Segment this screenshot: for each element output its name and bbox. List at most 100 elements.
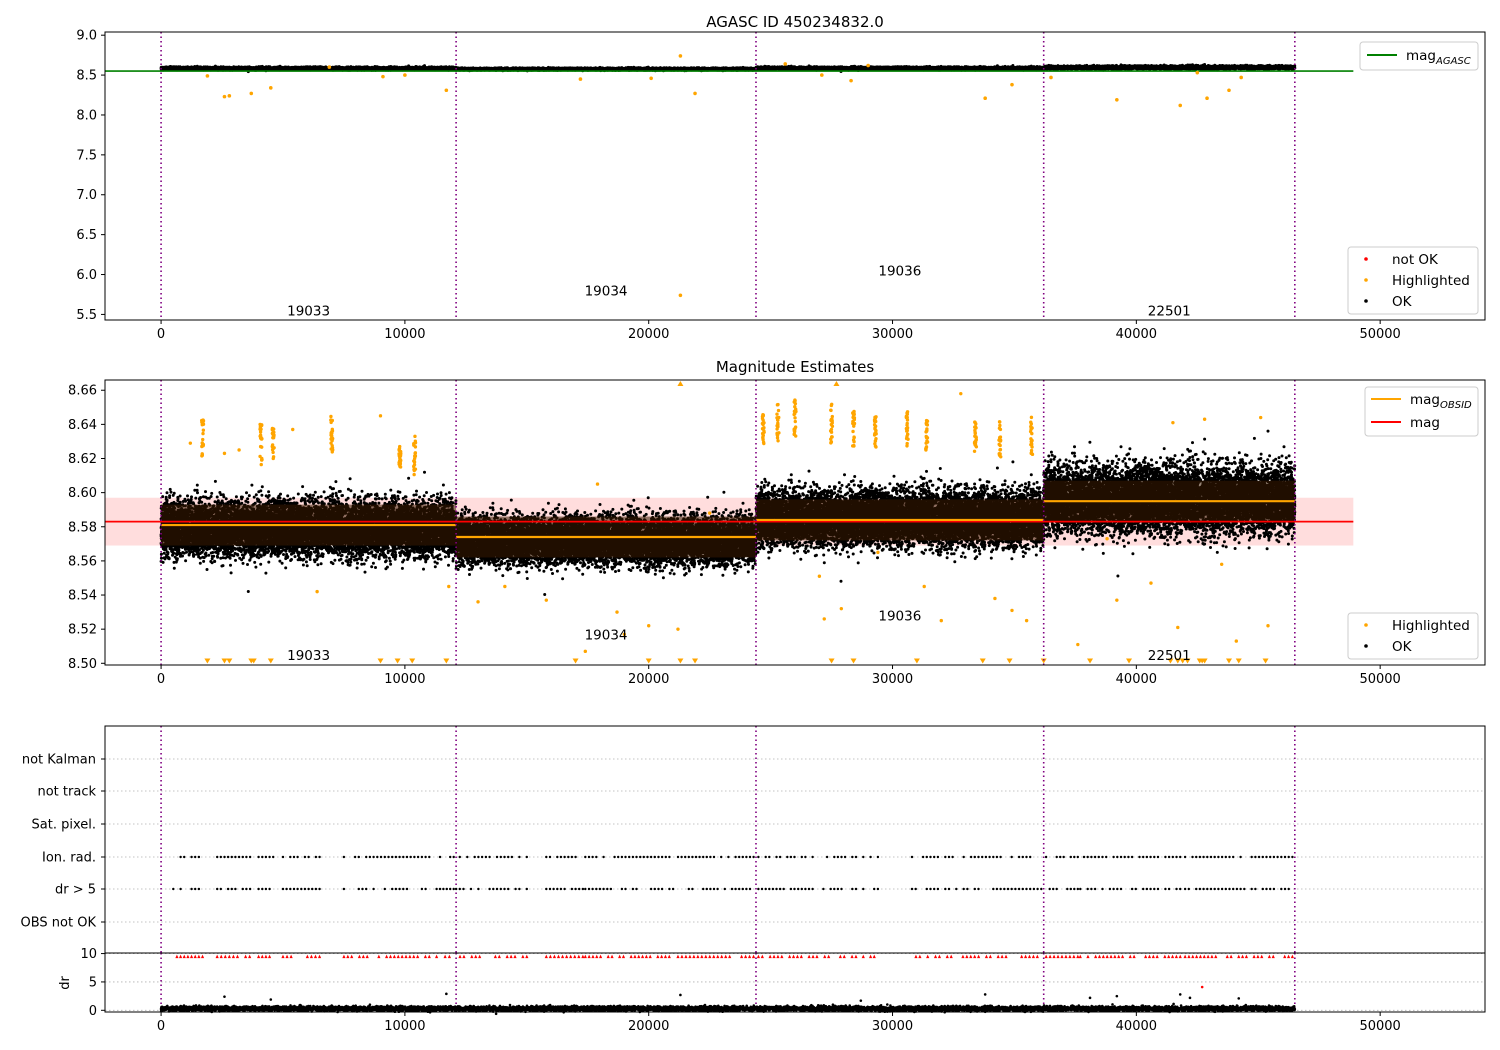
highlighted-point	[873, 442, 877, 446]
y-tick-label: 7.5	[76, 148, 97, 163]
highlighted-point	[381, 74, 385, 79]
legend-label-mag: mag	[1410, 415, 1440, 431]
highlighted-point	[260, 445, 264, 449]
y-tick-label: 8.64	[68, 418, 97, 433]
highlighted-point	[271, 432, 275, 436]
obsid-label: 19036	[878, 264, 921, 280]
highlighted-point	[413, 434, 417, 439]
highlighted-point	[905, 410, 910, 414]
highlighted-point	[922, 584, 926, 589]
highlighted-point	[413, 439, 418, 443]
highlighted-point	[873, 427, 877, 431]
highlighted-point	[693, 91, 697, 96]
highlighted-point	[259, 437, 264, 441]
x-tick-label: 0	[157, 327, 165, 342]
highlighted-point	[1030, 438, 1034, 443]
highlighted-point	[924, 447, 928, 451]
highlighted-point	[849, 78, 853, 83]
highlighted-point	[678, 293, 683, 298]
highlighted-point	[201, 437, 205, 442]
ok-points	[1042, 63, 1297, 72]
y-tick-label: 5.5	[76, 308, 97, 323]
highlighted-point	[760, 431, 765, 436]
highlighted-point	[397, 462, 401, 466]
highlighted-point	[924, 422, 929, 427]
dr-outlier-point	[445, 992, 448, 996]
highlighted-point	[793, 405, 797, 409]
highlighted-point	[925, 428, 929, 432]
highlighted-point	[615, 610, 619, 614]
highlighted-point	[222, 451, 227, 456]
panel-1-legend-upper: magAGASC	[1359, 41, 1479, 71]
highlighted-point	[1176, 625, 1180, 630]
highlighted-point	[413, 445, 418, 449]
legend-label-not-ok: not OK	[1392, 252, 1439, 268]
highlighted-point	[1239, 75, 1243, 80]
highlighted-point	[1205, 96, 1209, 101]
panel-2-title: Magnitude Estimates	[716, 358, 874, 376]
highlighted-point	[998, 452, 1002, 456]
highlighted-point	[1258, 415, 1263, 420]
highlighted-point	[993, 596, 997, 601]
highlighted-point	[1105, 537, 1109, 541]
highlighted-point	[1049, 75, 1053, 80]
highlighted-point	[972, 449, 977, 454]
highlighted-point	[762, 425, 766, 430]
flag-row-label: not Kalman	[22, 753, 96, 768]
highlighted-point	[793, 416, 797, 420]
x-tick-label: 50000	[1359, 327, 1400, 342]
obsid-label: 22501	[1148, 648, 1191, 664]
obsid-label: 19033	[287, 648, 330, 664]
obsid-label: 19034	[585, 627, 628, 643]
highlighted-point	[830, 424, 835, 429]
highlighted-point	[792, 427, 796, 431]
highlighted-point	[904, 436, 909, 441]
flag-row-label: dr > 5	[55, 883, 96, 898]
x-tick-label: 10000	[384, 327, 425, 342]
y-tick-label: 6.5	[76, 228, 97, 243]
highlighted-point	[259, 423, 264, 427]
highlighted-point	[973, 442, 978, 447]
highlighted-point	[939, 618, 943, 623]
highlighted-point	[852, 443, 856, 448]
y-tick-label: 8.0	[76, 108, 97, 123]
highlighted-point	[398, 444, 402, 449]
highlighted-point	[874, 445, 878, 449]
highlighted-point	[924, 441, 928, 445]
flag-row-label: Sat. pixel.	[32, 818, 96, 833]
highlighted-point	[822, 617, 826, 621]
highlighted-point	[411, 464, 416, 469]
x-tick-label: 30000	[872, 327, 913, 342]
obsid-label: 19033	[287, 303, 330, 319]
x-tick-label: 40000	[1116, 327, 1157, 342]
highlighted-point	[205, 74, 210, 78]
highlighted-point	[649, 76, 653, 81]
highlighted-point	[329, 441, 333, 445]
highlighted-point	[866, 63, 870, 68]
highlighted-point	[412, 459, 417, 464]
legend-label-ok: OK	[1392, 639, 1413, 655]
dr-outlier-point	[1178, 993, 1182, 996]
highlighted-point	[200, 453, 205, 457]
highlighted-point	[905, 426, 910, 430]
legend-label-highlighted: Highlighted	[1392, 273, 1470, 289]
highlighted-point	[851, 411, 855, 415]
obsid-label: 19034	[585, 283, 628, 299]
flag-row-label: OBS not OK	[21, 916, 97, 931]
x-tick-label: 20000	[628, 1019, 669, 1034]
highlighted-point	[222, 94, 227, 99]
dr-outlier-point	[269, 998, 273, 1001]
highlighted-point	[1178, 103, 1183, 108]
y-tick-label: 8.52	[68, 623, 97, 638]
flag-row-label: Ion. rad.	[42, 851, 96, 866]
y-tick-label: 8.5	[76, 69, 97, 84]
y-tick-label: 8.58	[68, 520, 97, 535]
highlighted-point	[271, 455, 276, 459]
legend-marker-highlighted	[1364, 278, 1368, 282]
highlighted-point	[315, 589, 319, 594]
highlighted-point	[1115, 598, 1119, 602]
highlighted-point	[237, 448, 241, 452]
x-tick-label: 30000	[872, 672, 913, 687]
highlighted-point	[397, 452, 401, 456]
highlighted-point	[1029, 415, 1034, 420]
